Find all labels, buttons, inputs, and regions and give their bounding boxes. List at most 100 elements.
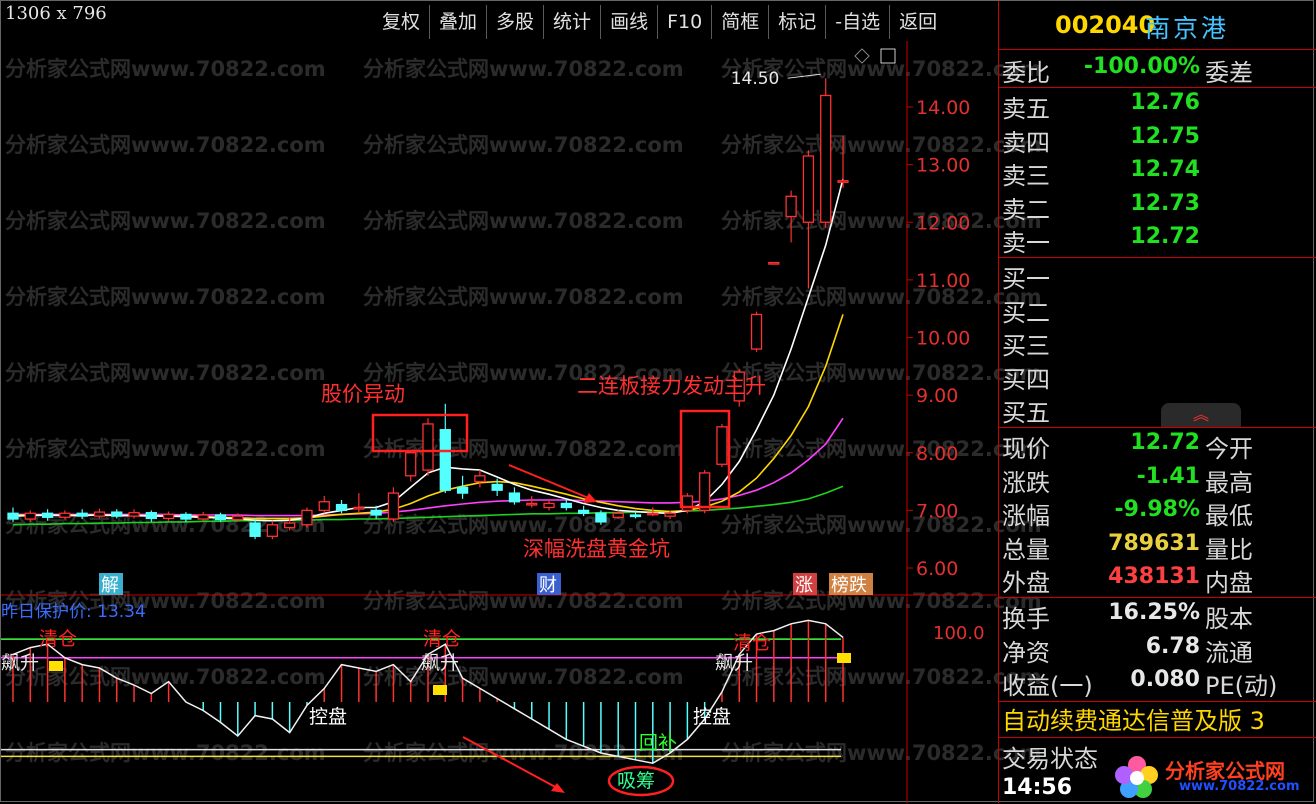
candle-body[interactable] — [595, 512, 607, 523]
expand-button[interactable]: ︽ — [1161, 403, 1241, 427]
indicator-label-rise: 飙升 — [421, 652, 459, 674]
candle-body[interactable] — [214, 514, 227, 521]
candle-body[interactable] — [162, 513, 175, 520]
toolbar-button-2[interactable]: 多股 — [486, 5, 543, 39]
candle-body[interactable] — [180, 513, 192, 520]
toolbar-button-3[interactable]: 统计 — [543, 5, 600, 39]
indicator-label-control: 控盘 — [693, 706, 731, 728]
candle-body[interactable] — [526, 502, 538, 506]
candle-body[interactable] — [768, 261, 780, 265]
candle-body[interactable] — [491, 483, 503, 491]
price-tick-label: 10.00 — [916, 328, 970, 350]
candle-body[interactable] — [335, 503, 348, 512]
quote-right-label: 内盘 — [1205, 569, 1253, 597]
candle-body[interactable] — [508, 492, 521, 503]
toolbar-button-4[interactable]: 画线 — [600, 5, 657, 39]
auto-renew-banner[interactable]: 自动续费通达信普及版 3 — [1002, 701, 1265, 736]
sell-level-price: 12.75 — [1130, 123, 1200, 149]
quote-label: 外盘 — [1002, 569, 1050, 597]
candle-body[interactable] — [750, 313, 763, 350]
candle-body[interactable] — [111, 511, 123, 517]
sell-level-row: 卖五 12.76 — [999, 89, 1316, 123]
candle-body[interactable] — [802, 155, 815, 223]
quote-label: 涨跌 — [1002, 468, 1050, 497]
candle-body[interactable] — [93, 511, 106, 517]
diamond-icon[interactable] — [854, 48, 870, 64]
candle-body[interactable] — [543, 502, 555, 509]
toolbar-button-0[interactable]: 复权 — [373, 5, 429, 39]
candle-body[interactable] — [820, 94, 832, 223]
candle-body[interactable] — [387, 492, 400, 520]
clock-time: 14:56 — [1002, 775, 1073, 800]
event-marker-text: 涨 — [795, 575, 813, 596]
candle-body[interactable] — [76, 512, 88, 517]
candle-body[interactable] — [353, 506, 365, 510]
candle-body[interactable] — [785, 195, 797, 218]
buy-level-row: 买一 — [999, 259, 1316, 293]
fundamental-row: 换手 16.25% 股本 — [999, 599, 1316, 633]
candle-body[interactable] — [474, 475, 486, 483]
candle-body[interactable] — [59, 512, 71, 518]
candle-body[interactable] — [41, 512, 54, 518]
fundamental-right-label: PE(动) — [1205, 672, 1278, 700]
signal-marker — [433, 685, 447, 695]
candle-body[interactable] — [837, 180, 849, 183]
app-window: 1306 x 796 复权 叠加 多股 统计 画线 F10 简框 标记 -自选 返回 分析家公式网… — [0, 0, 1316, 803]
candle-body[interactable] — [284, 522, 296, 529]
candle-body[interactable] — [301, 509, 313, 526]
sell-level-price: 12.72 — [1130, 224, 1200, 249]
buy-level-label: 买一 — [1002, 265, 1050, 293]
indicator-chart[interactable]: 昨日保护价: 13.34 100.0 清仓 清仓 清仓飙升 飙升 飙升控盘 控盘回补吸筹 — [1, 597, 997, 803]
candle-body[interactable] — [318, 501, 330, 512]
candle-body[interactable] — [612, 512, 624, 518]
indicator-label-absorb: 吸筹 — [617, 770, 655, 792]
candle-body[interactable] — [456, 486, 469, 494]
toolbar-button-8[interactable]: -自选 — [825, 5, 889, 39]
candle-body[interactable] — [7, 512, 19, 520]
sell-level-row: 卖一 12.72 — [999, 223, 1316, 257]
candle-body[interactable] — [422, 423, 434, 471]
buy-level-label: 买四 — [1002, 365, 1050, 394]
fundamental-value: 0.080 — [1130, 667, 1200, 692]
candle-body[interactable] — [249, 522, 261, 537]
candle-body[interactable] — [647, 512, 659, 516]
quote-right-label: 今开 — [1205, 435, 1253, 463]
candle-body[interactable] — [699, 472, 711, 512]
fundamental-label: 净资 — [1002, 638, 1050, 667]
candle-body[interactable] — [664, 512, 676, 517]
toolbar-button-6[interactable]: 简框 — [711, 5, 768, 39]
signal-marker — [837, 653, 851, 663]
kline-chart[interactable]: 14.00 13.00 12.00 11.00 10.00 9.00 8.00 7.00 6.0… — [1, 41, 997, 596]
panel-toggle-icon[interactable] — [880, 48, 896, 64]
buy-level-row: 买五 — [999, 393, 1316, 427]
fundamental-row: 净资 6.78 流通 — [999, 633, 1316, 667]
fundamental-row: 收益(一) 0.080 PE(动) — [999, 666, 1316, 700]
stock-code: 002040 — [1055, 11, 1156, 39]
sell-level-price: 12.74 — [1130, 157, 1200, 182]
high-price-arrow — [787, 73, 821, 79]
chevron-up-icon: ︽ — [1192, 405, 1209, 424]
candle-body[interactable] — [629, 514, 642, 518]
candle-body[interactable] — [405, 452, 417, 477]
candle-body[interactable] — [370, 509, 382, 516]
candle-body[interactable] — [439, 429, 451, 491]
toolbar-button-9[interactable]: 返回 — [889, 5, 946, 39]
candle-body[interactable] — [560, 502, 572, 509]
candle-body[interactable] — [128, 512, 140, 517]
candle-body[interactable] — [145, 512, 157, 520]
sell-level-label: 卖二 — [1002, 195, 1050, 224]
annotation-relay: 二连板接力发动主升 — [577, 374, 766, 398]
fundamental-value: 16.25% — [1108, 600, 1200, 625]
candle-body[interactable] — [266, 524, 279, 537]
candle-body[interactable] — [232, 515, 244, 521]
sell-level-row: 卖四 12.75 — [999, 123, 1316, 157]
candle-body[interactable] — [197, 514, 209, 520]
toolbar-button-1[interactable]: 叠加 — [429, 5, 486, 39]
order-ratio-row: 委比 -100.00% 委差 — [999, 53, 1316, 87]
toolbar-button-7[interactable]: 标记 — [768, 5, 825, 39]
candle-body[interactable] — [716, 426, 728, 465]
dimension-label: 1306 x 796 — [5, 3, 107, 24]
candle-body[interactable] — [24, 512, 36, 520]
toolbar-button-5[interactable]: F10 — [657, 5, 711, 39]
candle-body[interactable] — [577, 509, 590, 514]
